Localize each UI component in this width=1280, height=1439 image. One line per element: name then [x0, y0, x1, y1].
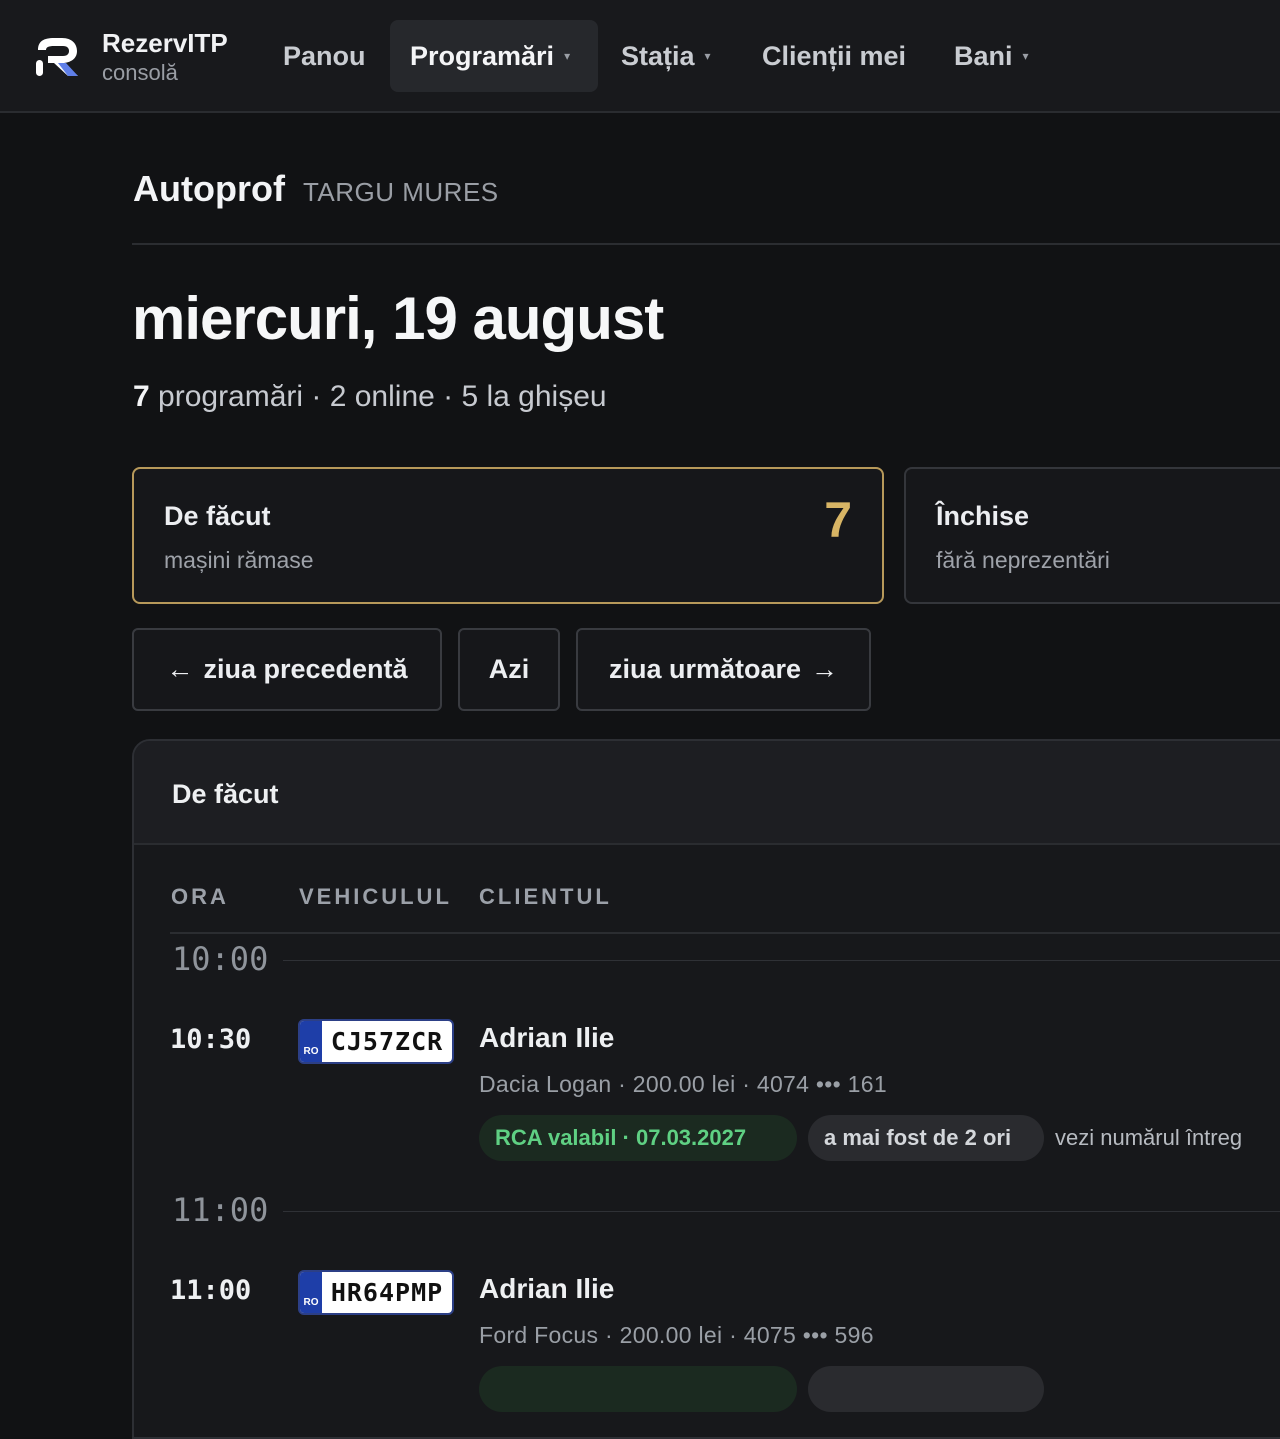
appointment-count: 7	[133, 380, 150, 413]
chevron-down-icon: ▾	[1022, 49, 1029, 63]
license-plate[interactable]: RO CJ57ZCR	[298, 1019, 454, 1064]
brand-name: RezervITP	[102, 28, 228, 58]
divider	[132, 243, 1280, 245]
top-navigation-bar: RezervITP consolă Panou Programări ▾ Sta…	[0, 0, 1280, 113]
appointment-time: 11:00	[170, 1275, 252, 1306]
appointment-details: Ford Focus · 200.00 lei · 4075 ••• 596	[479, 1322, 874, 1348]
nav-clienti-label: Clienții mei	[762, 40, 907, 71]
page-title: miercuri, 19 august	[132, 285, 664, 352]
today-button[interactable]: Azi	[458, 628, 560, 711]
chevron-down-icon: ▾	[564, 49, 571, 63]
arrow-right-icon: →	[811, 654, 839, 684]
nav-bani-label: Bani	[954, 40, 1013, 71]
previous-day-button[interactable]: ← ziua precedentă	[132, 628, 442, 711]
visit-count-badge	[808, 1366, 1044, 1412]
appointment-time: 10:30	[170, 1024, 252, 1055]
hour-divider	[283, 1211, 1280, 1212]
column-header-client[interactable]: CLIENTUL	[479, 884, 612, 910]
nav-panou[interactable]: Panou	[263, 20, 386, 92]
hour-label: 10:00	[172, 940, 269, 978]
plate-country-code: RO	[300, 1272, 322, 1313]
panel-title: De făcut	[172, 779, 279, 809]
closed-card-title: Închise	[936, 501, 1030, 531]
nav-programari[interactable]: Programări ▾	[390, 20, 598, 92]
show-full-number-link[interactable]: vezi numărul întreg	[1055, 1125, 1242, 1151]
closed-card-subtitle: fără neprezentări	[936, 547, 1110, 573]
station-name: Autoprof	[133, 168, 285, 209]
column-header-time[interactable]: ORA	[171, 884, 229, 910]
nav-panou-label: Panou	[283, 40, 366, 71]
client-name[interactable]: Adrian Ilie	[479, 1273, 614, 1305]
table-header-divider	[170, 932, 1280, 934]
column-header-vehicle[interactable]: VEHICULUL	[299, 884, 452, 910]
appointment-details: Dacia Logan · 200.00 lei · 4074 ••• 161	[479, 1071, 887, 1097]
plate-country-code: RO	[300, 1021, 322, 1062]
closed-card[interactable]: Închise fără neprezentări	[904, 467, 1280, 604]
arrow-left-icon: ←	[166, 654, 194, 684]
todo-card-count: 7	[824, 492, 852, 548]
visit-count-badge: a mai fost de 2 ori	[808, 1115, 1044, 1161]
chevron-down-icon: ▾	[704, 49, 711, 63]
todo-card-title: De făcut	[164, 501, 271, 531]
nav-clienti[interactable]: Clienții mei	[742, 20, 926, 92]
next-day-button[interactable]: ziua următoare →	[576, 628, 871, 711]
next-day-label: ziua următoare	[608, 654, 802, 684]
todo-card-subtitle: mașini rămase	[164, 547, 314, 573]
today-label: Azi	[488, 654, 530, 684]
brand-subtitle: consolă	[102, 60, 178, 85]
day-summary: 7 programări · 2 online · 5 la ghișeu	[133, 380, 607, 414]
todo-card[interactable]: De făcut mașini rămase 7	[132, 467, 884, 604]
previous-day-label: ziua precedentă	[203, 654, 408, 684]
station-header: Autoprof TARGU MURES	[133, 168, 499, 210]
rca-status-badge	[479, 1366, 797, 1412]
plate-number: HR64PMP	[330, 1278, 444, 1307]
panel-header: De făcut	[134, 741, 1280, 845]
hour-label: 11:00	[172, 1191, 269, 1229]
nav-programari-label: Programări	[410, 40, 555, 71]
rca-status-badge: RCA valabil · 07.03.2027	[479, 1115, 797, 1161]
hour-divider	[283, 960, 1280, 961]
summary-text: programări · 2 online · 5 la ghișeu	[149, 380, 607, 413]
nav-bani[interactable]: Bani ▾	[934, 20, 1049, 92]
rezervitp-logo-icon[interactable]	[34, 34, 80, 80]
plate-number: CJ57ZCR	[330, 1027, 444, 1056]
station-city: TARGU MURES	[302, 177, 499, 207]
client-name[interactable]: Adrian Ilie	[479, 1022, 614, 1054]
nav-statia-label: Stația	[621, 40, 695, 71]
license-plate[interactable]: RO HR64PMP	[298, 1270, 454, 1315]
nav-statia[interactable]: Stația ▾	[601, 20, 731, 92]
